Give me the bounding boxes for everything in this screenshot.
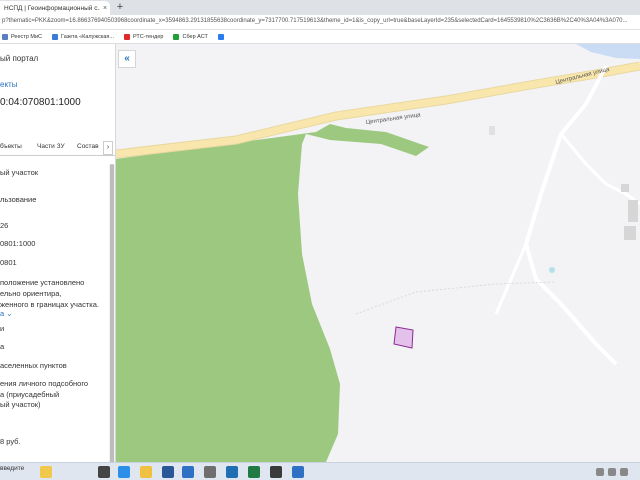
mail-icon[interactable]	[182, 466, 194, 478]
windows-taskbar: введите	[0, 462, 640, 480]
building	[621, 184, 629, 192]
outlook-icon[interactable]	[226, 466, 238, 478]
info-row: ения личного подсобного	[0, 379, 89, 388]
water-area	[576, 44, 640, 59]
app-icon[interactable]	[270, 466, 282, 478]
footpath	[355, 281, 557, 315]
bookmark-icon	[217, 33, 224, 40]
tab-parts[interactable]: Части ЗУ	[37, 143, 65, 150]
task-view-icon[interactable]	[98, 466, 110, 478]
bookmark-icon	[124, 33, 130, 40]
info-row: 26	[0, 221, 9, 230]
tab-title: НСПД | Геоинформационный с...	[4, 4, 100, 12]
tabs-scroll-right-icon[interactable]: ›	[103, 141, 113, 155]
side-road	[523, 65, 618, 366]
tab-composition[interactable]: Состав	[77, 143, 99, 150]
info-row: женного в границах участка.	[0, 300, 99, 309]
bookmarks-bar: Реестр МиС Газета «Калужская... РТС-тенд…	[0, 30, 640, 44]
info-row: ельно ориентира,	[0, 289, 62, 298]
portal-title: ый портал	[0, 54, 39, 63]
building	[489, 126, 495, 135]
cadastral-number: 0:04:070801:1000	[0, 97, 81, 108]
browser-tab[interactable]: НСПД | Геоинформационный с... ×	[0, 1, 110, 15]
excel-icon[interactable]	[248, 466, 260, 478]
taskbar-search[interactable]: введите	[0, 465, 24, 472]
tab-objects[interactable]: бъекты	[0, 143, 22, 150]
photos-icon[interactable]	[292, 466, 304, 478]
building	[628, 200, 638, 222]
expand-link[interactable]: а ⌄	[0, 309, 13, 319]
info-row: положение установлено	[0, 278, 85, 287]
forest-area	[116, 124, 429, 462]
map-svg: Центральная улица Центральная улица	[116, 44, 640, 462]
tray-icon[interactable]	[596, 468, 604, 476]
network-icon[interactable]	[608, 468, 616, 476]
object-info-panel: ый портал екты 0:04:070801:1000 бъекты Ч…	[0, 44, 116, 462]
bookmark-other[interactable]	[217, 33, 224, 40]
side-road	[559, 133, 640, 206]
volume-icon[interactable]	[620, 468, 628, 476]
new-tab-button[interactable]: +	[114, 1, 126, 13]
info-row: аселенных пунктов	[0, 361, 67, 370]
info-row: ый участок	[0, 168, 39, 177]
word-icon[interactable]	[162, 466, 174, 478]
address-bar[interactable]: p?thematic=PKK&zoom=16.866376940503968co…	[0, 15, 640, 30]
info-row: а	[0, 342, 5, 351]
chrome-icon[interactable]	[204, 466, 216, 478]
info-row: 0801:1000	[0, 239, 36, 248]
bookmark-reestr[interactable]: Реестр МиС	[2, 33, 42, 40]
panel-scrollbar-thumb[interactable]	[110, 164, 114, 462]
info-row: льзование	[0, 195, 37, 204]
emoji-icon[interactable]	[40, 466, 52, 478]
bookmark-icon	[173, 33, 180, 40]
info-row: а (приусадебный	[0, 390, 60, 399]
browser-tab-strip: НСПД | Геоинформационный с... × +	[0, 0, 640, 15]
panel-tabs: бъекты Части ЗУ Состав	[0, 140, 115, 156]
tab-close-icon[interactable]: ×	[100, 5, 110, 12]
edge-icon[interactable]	[118, 466, 130, 478]
pond	[549, 267, 555, 273]
side-road	[494, 243, 528, 315]
selected-parcel[interactable]	[393, 326, 414, 349]
info-row: 0801	[0, 258, 17, 267]
bookmark-rts[interactable]: РТС-тендер	[124, 33, 163, 40]
objects-link[interactable]: екты	[0, 80, 17, 89]
map-canvas[interactable]: Центральная улица Центральная улица	[116, 44, 640, 462]
building	[624, 226, 636, 240]
bookmark-icon	[2, 33, 8, 40]
url-text: p?thematic=PKK&zoom=16.866376940503968co…	[2, 18, 628, 24]
bookmark-gazeta[interactable]: Газета «Калужская...	[52, 33, 114, 40]
info-row: 8 руб.	[0, 437, 21, 446]
collapse-panel-button[interactable]: «	[118, 50, 136, 68]
file-explorer-icon[interactable]	[140, 466, 152, 478]
info-row: ый участок)	[0, 400, 41, 409]
info-row: и	[0, 324, 5, 333]
bookmark-icon	[52, 33, 59, 40]
bookmark-sber[interactable]: Сбер АСТ	[173, 33, 208, 40]
